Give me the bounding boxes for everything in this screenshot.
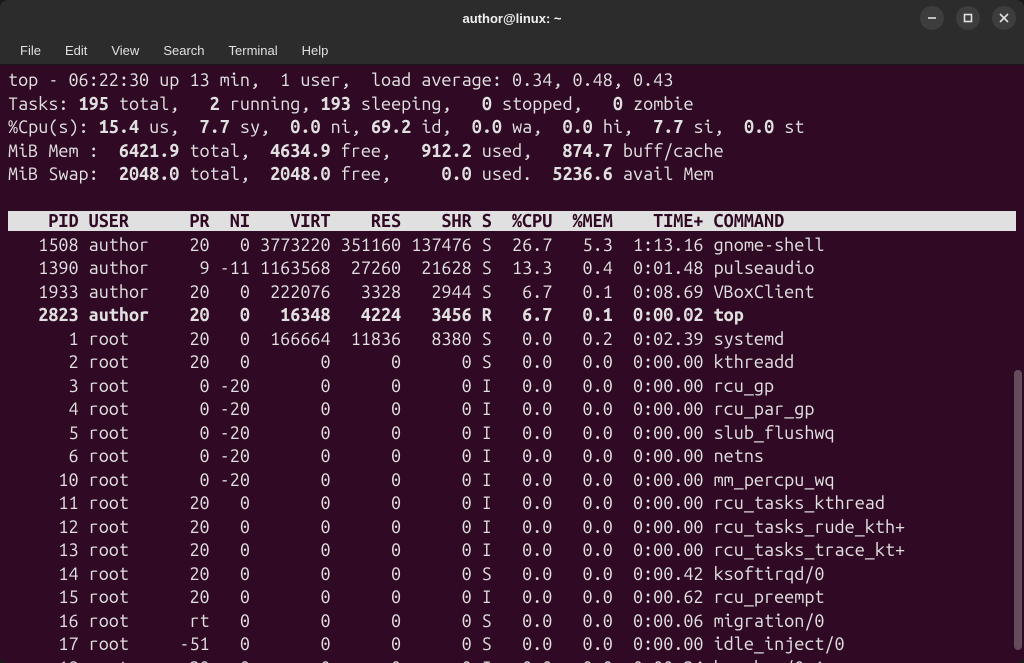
window-controls — [920, 6, 1016, 30]
close-button[interactable] — [992, 6, 1016, 30]
process-row: 2 root 20 0 0 0 0 S 0.0 0.0 0:00.00 kthr… — [8, 352, 794, 372]
process-row: 1 root 20 0 166664 11836 8380 S 0.0 0.2 … — [8, 329, 784, 349]
terminal-window: author@linux: ~ File Edit View Search Te… — [0, 0, 1024, 663]
titlebar[interactable]: author@linux: ~ — [0, 0, 1024, 36]
process-row: 6 root 0 -20 0 0 0 I 0.0 0.0 0:00.00 net… — [8, 446, 764, 466]
terminal-viewport[interactable]: top - 06:22:30 up 13 min, 1 user, load a… — [0, 65, 1024, 663]
maximize-button[interactable] — [956, 6, 980, 30]
process-row: 10 root 0 -20 0 0 0 I 0.0 0.0 0:00.00 mm… — [8, 470, 835, 490]
process-row: 16 root rt 0 0 0 0 S 0.0 0.0 0:00.06 mig… — [8, 611, 824, 631]
process-row: 14 root 20 0 0 0 0 S 0.0 0.0 0:00.42 kso… — [8, 564, 824, 584]
menubar: File Edit View Search Terminal Help — [0, 36, 1024, 65]
process-row: 1390 author 9 -11 1163568 27260 21628 S … — [8, 258, 814, 278]
process-table-header: PID USER PR NI VIRT RES SHR S %CPU %MEM … — [8, 211, 1016, 231]
process-row: 17 root -51 0 0 0 0 S 0.0 0.0 0:00.00 id… — [8, 634, 845, 654]
maximize-icon — [963, 13, 973, 23]
menu-terminal[interactable]: Terminal — [219, 39, 288, 62]
title-text: author@linux: ~ — [463, 11, 562, 26]
process-row: 1933 author 20 0 222076 3328 2944 S 6.7 … — [8, 282, 814, 302]
menu-search[interactable]: Search — [153, 39, 214, 62]
process-row: 3 root 0 -20 0 0 0 I 0.0 0.0 0:00.00 rcu… — [8, 376, 774, 396]
menu-file[interactable]: File — [10, 39, 51, 62]
close-icon — [999, 13, 1009, 23]
process-row: 4 root 0 -20 0 0 0 I 0.0 0.0 0:00.00 rcu… — [8, 399, 814, 419]
process-row: 2823 author 20 0 16348 4224 3456 R 6.7 0… — [8, 305, 744, 325]
menu-help[interactable]: Help — [292, 39, 339, 62]
scrollbar[interactable] — [1014, 370, 1022, 650]
menu-edit[interactable]: Edit — [55, 39, 97, 62]
process-row: 11 root 20 0 0 0 0 I 0.0 0.0 0:00.00 rcu… — [8, 493, 885, 513]
process-row: 12 root 20 0 0 0 0 I 0.0 0.0 0:00.00 rcu… — [8, 517, 905, 537]
process-row: 1508 author 20 0 3773220 351160 137476 S… — [8, 235, 824, 255]
menu-view[interactable]: View — [101, 39, 149, 62]
minimize-button[interactable] — [920, 6, 944, 30]
process-row: 18 root 20 0 0 0 0 I 0.0 0.0 0:00.24 kwo… — [8, 658, 905, 663]
process-row: 15 root 20 0 0 0 0 I 0.0 0.0 0:00.62 rcu… — [8, 587, 824, 607]
minimize-icon — [927, 13, 937, 23]
process-row: 5 root 0 -20 0 0 0 I 0.0 0.0 0:00.00 slu… — [8, 423, 835, 443]
process-row: 13 root 20 0 0 0 0 I 0.0 0.0 0:00.00 rcu… — [8, 540, 905, 560]
